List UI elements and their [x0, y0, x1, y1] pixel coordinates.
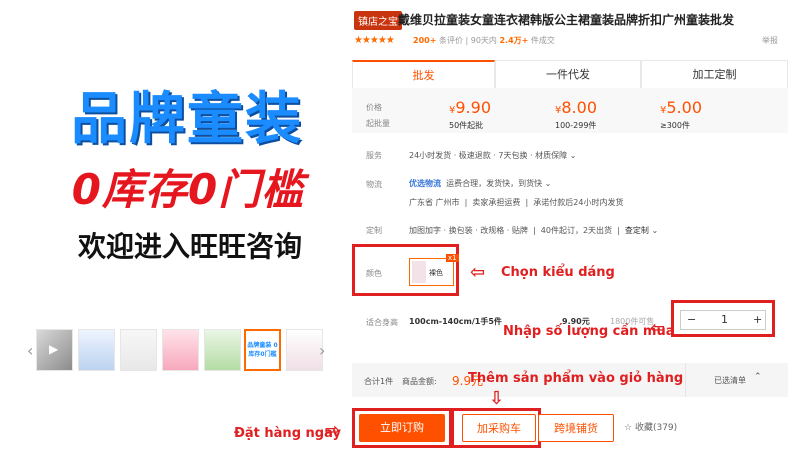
- custom-value: 加图加字 · 换包装 · 改规格 · 贴牌 | 40件起订，2天出货 | 查定制…: [409, 226, 659, 235]
- logistics-details: 广东省 广州市 | 卖家承担运费 | 承诺付款后24小时内发货: [409, 198, 624, 207]
- amount-label: 商品金额:: [402, 377, 437, 386]
- store-badge: 镇店之宝: [354, 11, 402, 30]
- price-tier-2: ¥8.00: [555, 98, 597, 117]
- product-title: 戴维贝拉童装女童连衣裙韩版公主裙童装品牌折扣广州童装批发: [398, 13, 735, 27]
- thumbnail[interactable]: [78, 329, 115, 371]
- report-link[interactable]: 举报: [762, 35, 778, 46]
- shipping-payer: 卖家承担运费: [472, 198, 521, 207]
- sales-count: 2.4万+: [499, 36, 529, 45]
- chevron-right-icon[interactable]: ›: [319, 341, 325, 360]
- review-label: 条评价: [438, 36, 463, 45]
- quantity-stepper: − 1 +: [680, 310, 766, 330]
- shipping-promise: 承诺付款后24小时内发货: [533, 198, 624, 207]
- annotation-enter-quantity: Nhập số lượng cần mua: [503, 324, 675, 339]
- rating-summary: 200+ 条评价 | 90天内 2.4万+ 件成交: [413, 36, 555, 45]
- thumbnail[interactable]: [162, 329, 199, 371]
- custom-more-link[interactable]: 查定制: [625, 226, 649, 235]
- review-count[interactable]: 200+: [413, 36, 436, 45]
- price-tier-1: ¥9.90: [449, 98, 491, 117]
- size-value: 100cm-140cm/1手5件: [409, 317, 502, 326]
- qty-tier-2: 100-299件: [555, 121, 597, 130]
- thumbnail-label: 品牌童装 0库存0门槛: [247, 342, 278, 358]
- thumbnail-video[interactable]: ▶: [36, 329, 73, 371]
- price-value: 9.90: [455, 98, 491, 117]
- swatch-label: 裸色: [429, 269, 443, 277]
- annotation-choose-style: Chọn kiểu dáng: [501, 265, 615, 280]
- service-value[interactable]: 24小时发货 · 极速退款 · 7天包换 · 材质保障 ⌄: [409, 150, 576, 161]
- thumbnail[interactable]: [286, 329, 323, 371]
- swatch-image: [412, 261, 426, 283]
- custom-label: 定制: [366, 226, 382, 235]
- cross-border-button[interactable]: 跨境铺货: [538, 414, 614, 442]
- thumbnail[interactable]: [204, 329, 241, 371]
- logistics-tag: 优选物流: [409, 179, 441, 188]
- logistics-text: 运费合理，发货快，到货快: [446, 179, 543, 188]
- add-to-cart-button[interactable]: 加采购车: [462, 414, 536, 442]
- star-icon: ☆: [624, 423, 633, 433]
- annotation-add-cart: Thêm sản phẩm vào giỏ hàng: [468, 371, 684, 386]
- moq-label: 起批量: [366, 119, 390, 128]
- total-count: 合计1件: [364, 377, 394, 386]
- price-value: 8.00: [561, 98, 597, 117]
- chevron-down-icon: ⌄: [569, 151, 577, 160]
- quantity-input[interactable]: 1: [721, 313, 728, 326]
- order-now-button[interactable]: 立即订购: [359, 414, 445, 442]
- rating-stars: ★★★★★: [354, 35, 395, 46]
- origin: 广东省 广州市: [409, 198, 460, 207]
- selected-list-toggle[interactable]: 已选清单 ⌃: [685, 363, 789, 397]
- chevron-down-icon[interactable]: ⌄: [545, 179, 552, 188]
- service-label: 服务: [366, 151, 382, 160]
- size-label: 适合身高: [366, 318, 398, 327]
- product-banner: 品牌童装 0库存0门槛 欢迎进入旺旺咨询: [0, 0, 345, 315]
- price-tier-3: ¥5.00: [660, 98, 702, 117]
- selected-list-label: 已选清单: [714, 376, 746, 385]
- play-icon: ▶: [49, 342, 59, 356]
- thumbnail-strip: ‹ ▶ 品牌童装 0库存0门槛 ›: [27, 329, 327, 373]
- tab-wholesale[interactable]: 批发: [352, 60, 495, 88]
- qty-tier-3: ≥300件: [660, 121, 690, 130]
- zero-stock-heading: 0库存0门槛: [71, 165, 305, 214]
- price-box: 价格 起批量 ¥9.90 50件起批 ¥8.00 100-299件 ¥5.00 …: [352, 88, 788, 133]
- tab-custom[interactable]: 加工定制: [641, 60, 788, 88]
- service-text: 24小时发货 · 极速退款 · 7天包换 · 材质保障: [409, 151, 568, 160]
- tab-dropship[interactable]: 一件代发: [495, 60, 641, 88]
- custom-options: 加图加字 · 换包装 · 改规格 · 贴牌: [409, 226, 528, 235]
- plus-button[interactable]: +: [753, 313, 762, 326]
- custom-moq: 40件起订，2天出货: [540, 226, 613, 235]
- color-label: 颜色: [366, 269, 382, 278]
- purchase-tabs: 批发 一件代发 加工定制: [352, 60, 788, 89]
- price-value: 5.00: [666, 98, 702, 117]
- thumbnail-selected[interactable]: 品牌童装 0库存0门槛: [244, 329, 281, 371]
- welcome-text: 欢迎进入旺旺咨询: [77, 230, 302, 263]
- minus-button[interactable]: −: [687, 313, 696, 326]
- logistics-value: 优选物流 运费合理，发货快，到货快 ⌄: [409, 178, 551, 189]
- arrow-left-icon: ⇦: [470, 262, 486, 283]
- favorite-label: 收藏(379): [634, 423, 678, 433]
- chevron-down-icon[interactable]: ⌄: [651, 226, 658, 235]
- color-swatch[interactable]: 裸色: [409, 258, 454, 286]
- qty-tier-1: 50件起批: [449, 121, 484, 130]
- swatch-count-badge: x1: [446, 254, 459, 262]
- thumbnail[interactable]: [120, 329, 157, 371]
- brand-heading: 品牌童装: [71, 87, 303, 152]
- arrow-right-icon: ⇨: [325, 420, 341, 441]
- favorite-link[interactable]: ☆ 收藏(379): [624, 420, 677, 433]
- sales-period: 90天内: [470, 36, 497, 45]
- chevron-left-icon[interactable]: ‹: [27, 341, 33, 360]
- sales-label: 件成交: [530, 36, 555, 45]
- logistics-label: 物流: [366, 180, 382, 189]
- chevron-up-icon: ⌃: [754, 372, 762, 382]
- arrow-down-icon: ⇩: [489, 388, 505, 409]
- price-label: 价格: [366, 103, 382, 112]
